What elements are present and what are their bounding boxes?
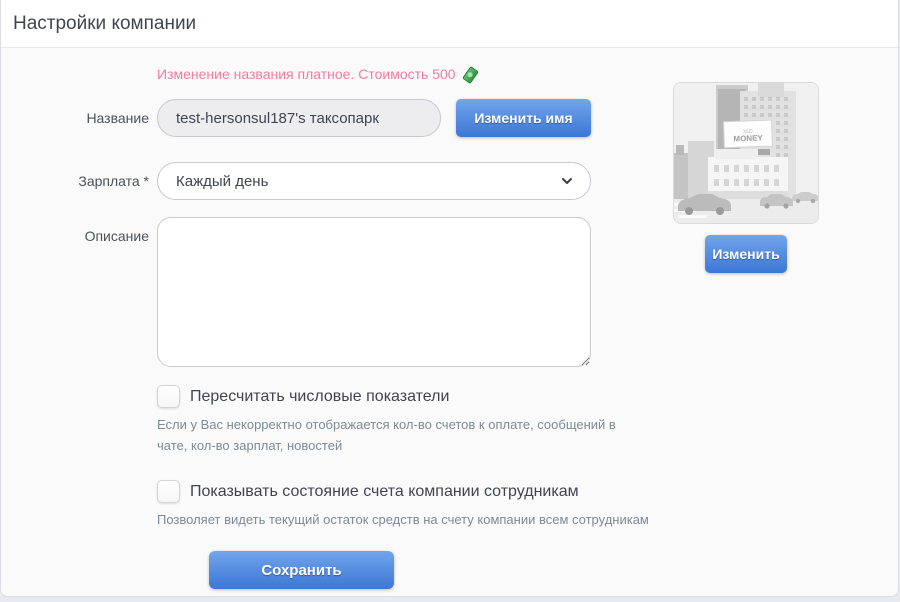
- settings-form: Изменение названия платное. Стоимость 50…: [1, 48, 898, 596]
- recalculate-checkbox-label[interactable]: Пересчитать числовые показатели: [190, 388, 449, 406]
- change-name-button[interactable]: Изменить имя: [456, 99, 591, 137]
- salary-select-value: Каждый день: [176, 173, 560, 190]
- show-balance-checkbox[interactable]: [157, 480, 180, 503]
- show-balance-checkbox-label[interactable]: Показывать состояние счета компании сотр…: [190, 483, 579, 501]
- description-label: Описание: [1, 228, 149, 244]
- description-textarea[interactable]: [157, 217, 591, 367]
- save-button[interactable]: Сохранить: [209, 551, 394, 589]
- rename-cost-text: Изменение названия платное. Стоимость 50…: [157, 66, 456, 82]
- show-balance-helper-text: Позволяет видеть текущий остаток средств…: [157, 509, 677, 530]
- rename-cost-notice: Изменение названия платное. Стоимость 50…: [157, 66, 478, 82]
- salary-label: Зарплата *: [1, 162, 149, 200]
- recalculate-checkbox[interactable]: [157, 385, 180, 408]
- company-settings-card: Настройки компании Изменение названия пл…: [0, 0, 899, 597]
- recalculate-helper-text: Если у Вас некорректно отображается кол-…: [157, 414, 622, 456]
- chevron-down-icon: [560, 174, 574, 188]
- company-name-input[interactable]: [157, 99, 441, 137]
- salary-select[interactable]: Каждый день: [157, 162, 591, 200]
- change-photo-button[interactable]: Изменить: [705, 235, 787, 273]
- page-title: Настройки компании: [13, 13, 886, 35]
- name-label: Название: [1, 99, 149, 137]
- company-photo: XLD MONEY: [673, 82, 819, 224]
- billboard-text: MONEY: [733, 133, 763, 143]
- card-header: Настройки компании: [1, 0, 898, 48]
- banknote-icon: [462, 66, 479, 84]
- building-photo-illustration: XLD MONEY: [674, 83, 818, 223]
